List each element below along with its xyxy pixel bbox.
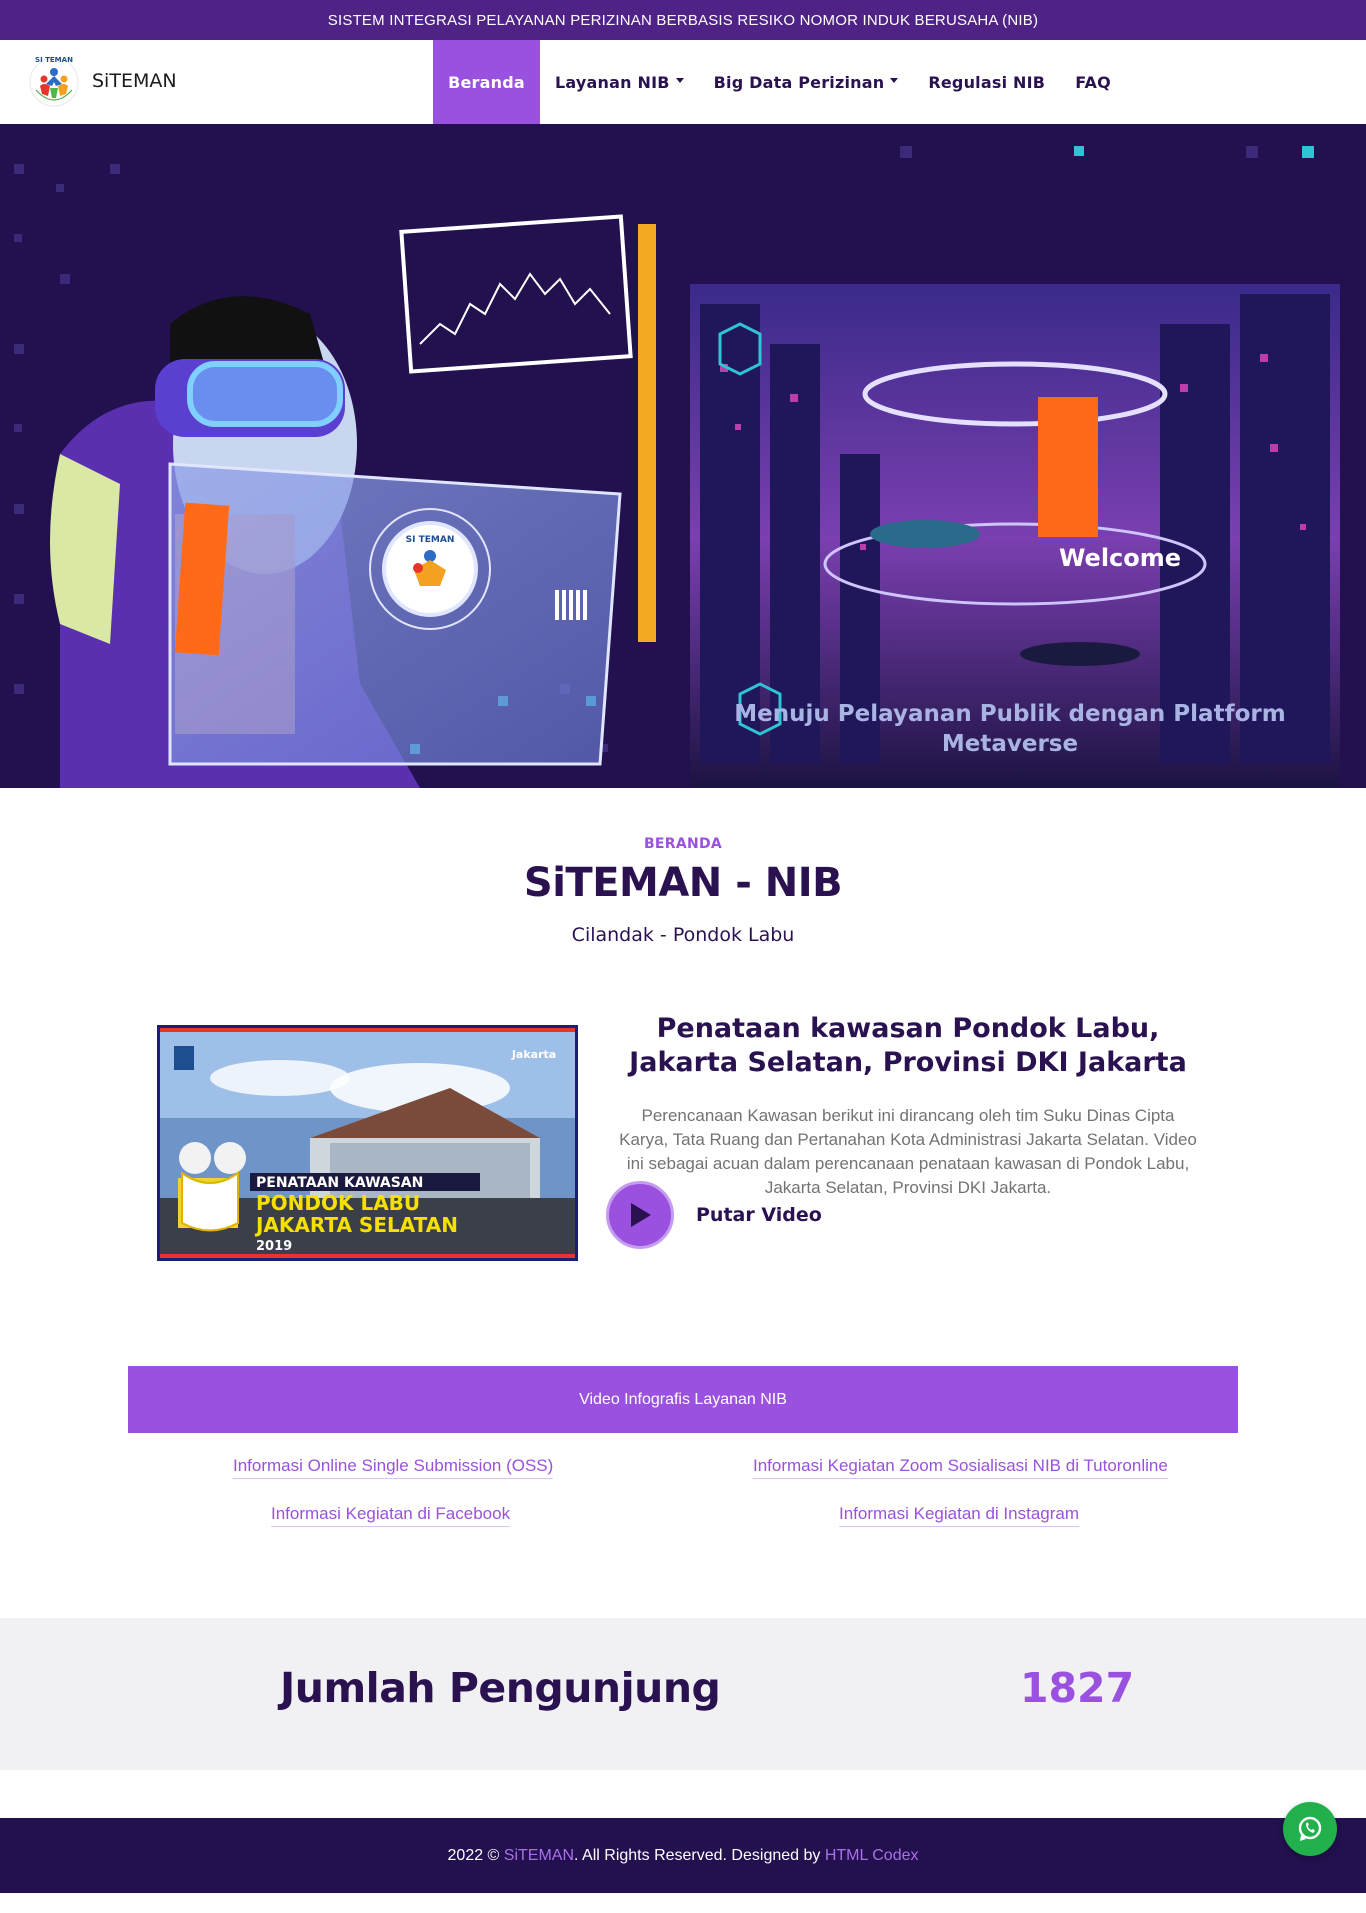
section-label: BERANDA: [643, 836, 723, 852]
link-zoom-sosialisasi[interactable]: Informasi Kegiatan Zoom Sosialisasi NIB …: [753, 1456, 1168, 1479]
nav-item-layanan-nib[interactable]: Layanan NIB: [540, 40, 699, 124]
play-button[interactable]: [606, 1181, 674, 1249]
whatsapp-button[interactable]: [1283, 1802, 1337, 1856]
hero-welcome-sign: Welcome: [1059, 544, 1181, 572]
footer-prefix: 2022 ©: [447, 1846, 504, 1864]
hero-illustration: SI TEMAN Welcome: [0, 124, 1366, 788]
infografis-bar: Video Infografis Layanan NIB: [128, 1366, 1238, 1433]
brand-name: SiTEMAN: [92, 70, 177, 92]
link-instagram[interactable]: Informasi Kegiatan di Instagram: [839, 1504, 1080, 1527]
thumb-badge: Jakarta: [511, 1048, 556, 1061]
brand[interactable]: SI TEMAN SiTEMAN: [26, 52, 177, 110]
footer-middle: . All Rights Reserved. Designed by: [574, 1846, 825, 1864]
infografis-links: Informasi Online Single Submission (OSS)…: [0, 1433, 1366, 1618]
play-video-label[interactable]: Putar Video: [696, 1204, 822, 1226]
feature-text: Penataan kawasan Pondok Labu, Jakarta Se…: [598, 1012, 1218, 1200]
thumb-line2: PONDOK LABU: [256, 1191, 420, 1215]
hero-screen-logo-text: SI TEMAN: [406, 535, 455, 545]
footer: 2022 © SiTEMAN. All Rights Reserved. Des…: [0, 1802, 1366, 1893]
nav-item-faq[interactable]: FAQ: [1060, 40, 1126, 124]
nav-item-big-data-perizinan[interactable]: Big Data Perizinan: [699, 40, 914, 124]
spacer: [0, 1770, 1366, 1818]
nav-item-label: Layanan NIB: [555, 72, 670, 92]
play-video-control: Putar Video: [606, 1181, 822, 1249]
navbar: SI TEMAN SiTEMAN Beranda Layanan NIB Big…: [0, 40, 1366, 124]
visitor-counter-label: Jumlah Pengunjung: [280, 1664, 721, 1712]
visitor-counter: Jumlah Pengunjung 1827: [0, 1618, 1366, 1770]
top-announcement-text: SISTEM INTEGRASI PELAYANAN PERIZINAN BER…: [327, 11, 1039, 29]
nav-item-beranda[interactable]: Beranda: [433, 40, 540, 124]
top-announcement-bar: SISTEM INTEGRASI PELAYANAN PERIZINAN BER…: [0, 0, 1366, 40]
thumb-line3: JAKARTA SELATAN: [254, 1213, 458, 1237]
hero-caption-line2: Metaverse: [941, 731, 1079, 757]
section-heading: BERANDA SiTEMAN - NIB Cilandak - Pondok …: [0, 788, 1366, 946]
visitor-counter-value: 1827: [1020, 1664, 1135, 1712]
thumb-year: 2019: [256, 1239, 292, 1254]
footer-text: 2022 © SiTEMAN. All Rights Reserved. Des…: [448, 1847, 919, 1865]
footer-designer-link[interactable]: HTML Codex: [825, 1847, 919, 1864]
feature-title: Penataan kawasan Pondok Labu, Jakarta Se…: [629, 1013, 1187, 1078]
page-title: SiTEMAN - NIB: [523, 860, 843, 906]
footer-brand-link[interactable]: SiTEMAN: [504, 1847, 574, 1864]
chevron-down-icon: [890, 77, 899, 83]
link-facebook[interactable]: Informasi Kegiatan di Facebook: [271, 1504, 511, 1527]
nav-item-label: Big Data Perizinan: [713, 72, 885, 92]
infografis-bar-label: Video Infografis Layanan NIB: [579, 1390, 787, 1408]
whatsapp-icon: [1298, 1816, 1322, 1841]
nav-item-label: Beranda: [448, 72, 525, 92]
link-oss[interactable]: Informasi Online Single Submission (OSS): [233, 1456, 554, 1479]
nav-item-label: Regulasi NIB: [928, 72, 1046, 92]
feature-section: Jakarta PENATAAN KAWASAN PONDOK LABU JAK…: [0, 946, 1366, 1366]
hero-caption-line1: Menuju Pelayanan Publik dengan Platform: [734, 701, 1286, 727]
video-thumbnail-image: Jakarta PENATAAN KAWASAN PONDOK LABU JAK…: [160, 1028, 575, 1258]
svg-text:SI TEMAN: SI TEMAN: [35, 56, 73, 64]
play-icon: [631, 1203, 651, 1227]
video-thumbnail[interactable]: Jakarta PENATAAN KAWASAN PONDOK LABU JAK…: [157, 1025, 578, 1261]
nav-item-label: FAQ: [1075, 72, 1111, 92]
chevron-down-icon: [675, 77, 684, 83]
hero-banner: SI TEMAN Welcome Menuju Pelayanan Publik…: [0, 124, 1366, 788]
nav-item-regulasi-nib[interactable]: Regulasi NIB: [913, 40, 1060, 124]
page-subtitle: Cilandak - Pondok Labu: [571, 924, 795, 946]
siteman-logo-icon: SI TEMAN: [29, 56, 79, 107]
thumb-line1: PENATAAN KAWASAN: [256, 1175, 423, 1191]
hero-caption: Menuju Pelayanan Publik dengan Platform …: [690, 699, 1330, 759]
main-nav: Beranda Layanan NIB Big Data Perizinan R…: [433, 40, 1126, 124]
